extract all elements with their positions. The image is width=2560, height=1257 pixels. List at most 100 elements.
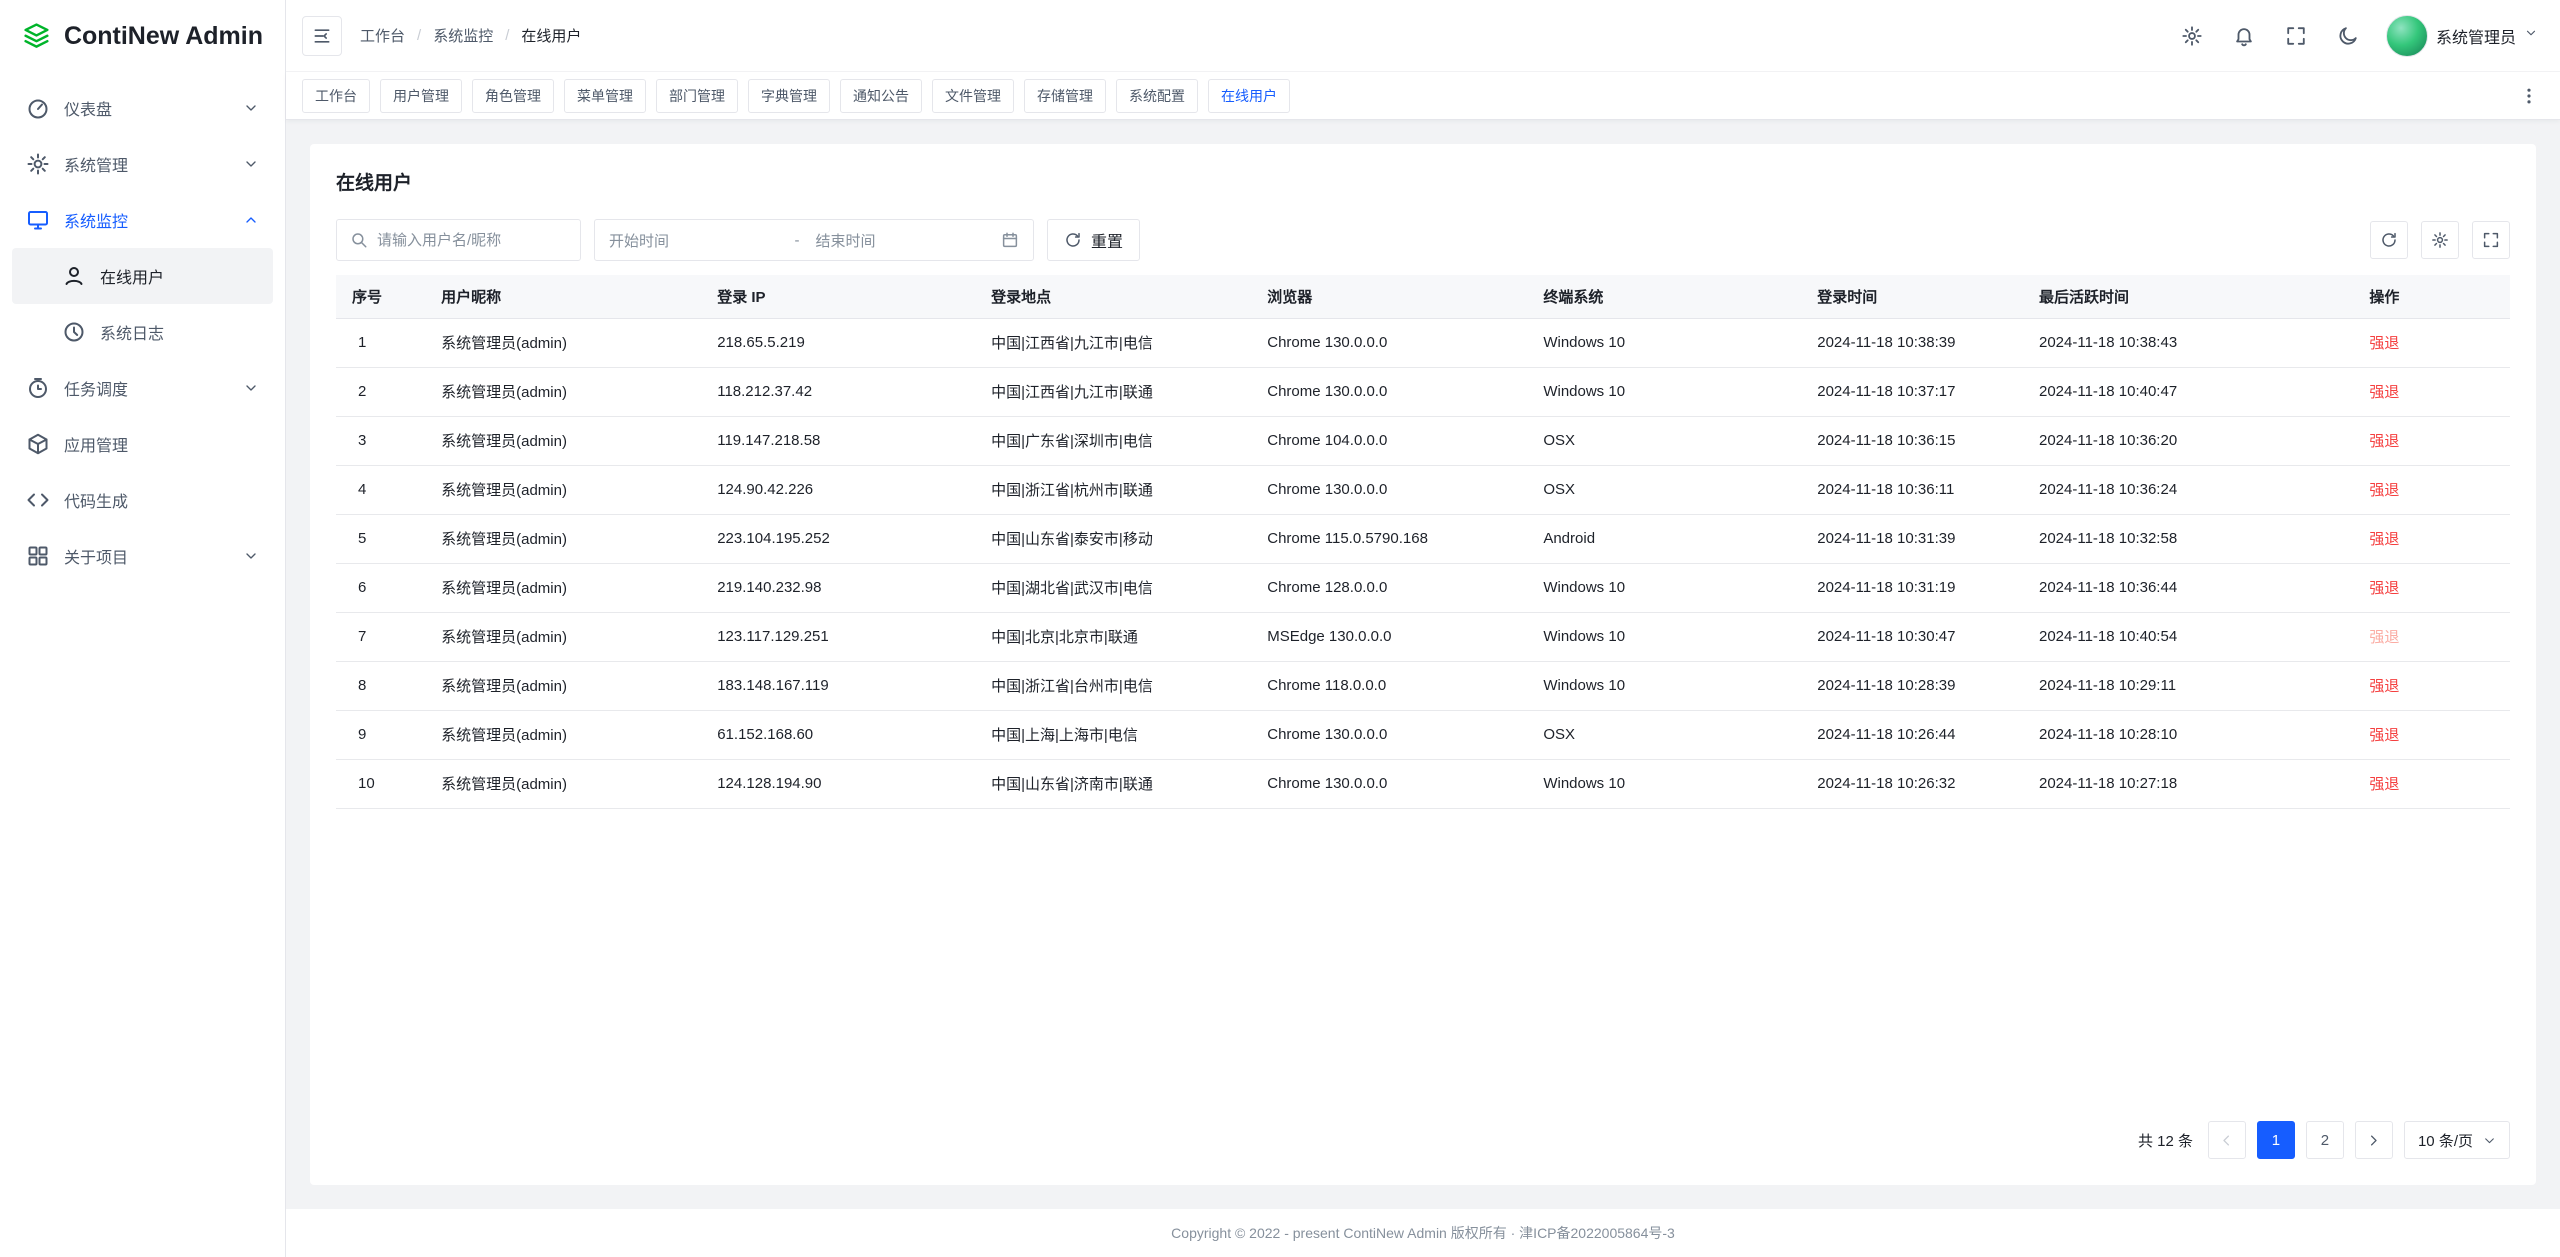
- tab-5[interactable]: 字典管理: [748, 79, 830, 113]
- tab-more-button[interactable]: [2514, 81, 2544, 111]
- dashboard-icon: [26, 96, 50, 120]
- sidebar-item-label: 系统监控: [64, 208, 128, 232]
- cell-ip: 123.117.129.251: [701, 612, 975, 661]
- sidebar-item-label: 在线用户: [100, 264, 164, 288]
- tab-6[interactable]: 通知公告: [840, 79, 922, 113]
- sidebar-item-label: 仪表盘: [64, 96, 112, 120]
- cell-no: 5: [336, 514, 425, 563]
- tab-1[interactable]: 用户管理: [380, 79, 462, 113]
- breadcrumb-item-0[interactable]: 工作台: [360, 25, 405, 46]
- column-header-5: 终端系统: [1527, 275, 1801, 318]
- force-logout-link[interactable]: 强退: [2369, 531, 2399, 548]
- date-end-placeholder: 结束时间: [810, 230, 992, 251]
- date-range-picker[interactable]: 开始时间 - 结束时间: [594, 219, 1034, 261]
- sidebar-item-task-schedule[interactable]: 任务调度: [12, 360, 273, 416]
- search-input[interactable]: [377, 232, 567, 249]
- tab-8[interactable]: 存储管理: [1024, 79, 1106, 113]
- cell-login-time: 2024-11-18 10:26:32: [1801, 759, 2023, 808]
- avatar: [2386, 15, 2428, 57]
- copyright-text: Copyright © 2022 - present ContiNew Admi…: [1171, 1223, 1675, 1243]
- cell-location: 中国|北京|北京市|联通: [975, 612, 1251, 661]
- reset-button[interactable]: 重置: [1047, 219, 1140, 261]
- box-icon: [26, 432, 50, 456]
- table-fullscreen-button[interactable]: [2472, 221, 2510, 259]
- cell-browser: MSEdge 130.0.0.0: [1251, 612, 1527, 661]
- force-logout-link[interactable]: 强退: [2369, 580, 2399, 597]
- cell-last-active: 2024-11-18 10:40:47: [2023, 367, 2353, 416]
- sidebar-collapse-button[interactable]: [302, 16, 342, 56]
- force-logout-link[interactable]: 强退: [2369, 678, 2399, 695]
- cell-login-time: 2024-11-18 10:38:39: [1801, 318, 2023, 367]
- more-vertical-icon: [2519, 86, 2539, 106]
- history-icon: [62, 320, 86, 344]
- settings-button[interactable]: [2178, 22, 2206, 50]
- tab-0[interactable]: 工作台: [302, 79, 370, 113]
- breadcrumb-item-1[interactable]: 系统监控: [433, 25, 493, 46]
- cell-nickname: 系统管理员(admin): [425, 710, 701, 759]
- table-row: 9系统管理员(admin)61.152.168.60中国|上海|上海市|电信Ch…: [336, 710, 2510, 759]
- page-size-select[interactable]: 10 条/页: [2404, 1121, 2510, 1159]
- cell-last-active: 2024-11-18 10:29:11: [2023, 661, 2353, 710]
- sidebar-item-system-management[interactable]: 系统管理: [12, 136, 273, 192]
- chevron-down-icon: [2483, 1134, 2496, 1147]
- gear-icon: [2431, 231, 2449, 249]
- force-logout-link[interactable]: 强退: [2369, 727, 2399, 744]
- toolbar-filters: 开始时间 - 结束时间 重置: [336, 219, 1140, 261]
- table-row: 10系统管理员(admin)124.128.194.90中国|山东省|济南市|联…: [336, 759, 2510, 808]
- cell-ip: 118.212.37.42: [701, 367, 975, 416]
- sidebar-item-about-project[interactable]: 关于项目: [12, 528, 273, 584]
- tab-9[interactable]: 系统配置: [1116, 79, 1198, 113]
- sidebar-item-dashboard[interactable]: 仪表盘: [12, 80, 273, 136]
- sidebar-item-label: 应用管理: [64, 432, 128, 456]
- page-button-2[interactable]: 2: [2306, 1121, 2344, 1159]
- dark-mode-button[interactable]: [2334, 22, 2362, 50]
- sidebar-item-app-management[interactable]: 应用管理: [12, 416, 273, 472]
- cell-no: 4: [336, 465, 425, 514]
- tab-7[interactable]: 文件管理: [932, 79, 1014, 113]
- tab-3[interactable]: 菜单管理: [564, 79, 646, 113]
- cell-no: 7: [336, 612, 425, 661]
- chevron-down-icon: [243, 100, 259, 116]
- cell-login-time: 2024-11-18 10:31:39: [1801, 514, 2023, 563]
- force-logout-link[interactable]: 强退: [2369, 482, 2399, 499]
- cell-os: Windows 10: [1527, 563, 1801, 612]
- table-wrapper: 序号用户昵称登录 IP登录地点浏览器终端系统登录时间最后活跃时间操作 1系统管理…: [336, 275, 2510, 1099]
- sidebar-item-code-generation[interactable]: 代码生成: [12, 472, 273, 528]
- next-page-button[interactable]: [2355, 1121, 2393, 1159]
- user-menu[interactable]: 系统管理员: [2386, 15, 2538, 57]
- force-logout-link[interactable]: 强退: [2369, 629, 2399, 646]
- tab-10[interactable]: 在线用户: [1208, 79, 1290, 113]
- tab-2[interactable]: 角色管理: [472, 79, 554, 113]
- expand-icon: [2482, 231, 2500, 249]
- cell-nickname: 系统管理员(admin): [425, 465, 701, 514]
- fullscreen-icon: [2285, 25, 2307, 47]
- cell-no: 3: [336, 416, 425, 465]
- online-user-table: 序号用户昵称登录 IP登录地点浏览器终端系统登录时间最后活跃时间操作 1系统管理…: [336, 275, 2510, 809]
- sidebar-item-label: 系统日志: [100, 320, 164, 344]
- cell-nickname: 系统管理员(admin): [425, 367, 701, 416]
- tab-4[interactable]: 部门管理: [656, 79, 738, 113]
- sidebar-item-system-log[interactable]: 系统日志: [12, 304, 273, 360]
- table-refresh-button[interactable]: [2370, 221, 2408, 259]
- column-header-0: 序号: [336, 275, 425, 318]
- main-area: 工作台/系统监控/在线用户 系统管理员: [286, 0, 2560, 1257]
- logo[interactable]: ContiNew Admin: [0, 0, 285, 72]
- tab-bar: 工作台用户管理角色管理菜单管理部门管理字典管理通知公告文件管理存储管理系统配置在…: [286, 72, 2560, 120]
- notification-button[interactable]: [2230, 22, 2258, 50]
- sidebar-item-system-monitor[interactable]: 系统监控: [12, 192, 273, 248]
- column-settings-button[interactable]: [2421, 221, 2459, 259]
- sidebar-item-online-user[interactable]: 在线用户: [12, 248, 273, 304]
- cell-os: OSX: [1527, 710, 1801, 759]
- logo-text: ContiNew Admin: [64, 22, 263, 51]
- prev-page-button[interactable]: [2208, 1121, 2246, 1159]
- cell-login-time: 2024-11-18 10:31:19: [1801, 563, 2023, 612]
- force-logout-link[interactable]: 强退: [2369, 776, 2399, 793]
- page-button-1[interactable]: 1: [2257, 1121, 2295, 1159]
- tab-list: 工作台用户管理角色管理菜单管理部门管理字典管理通知公告文件管理存储管理系统配置在…: [302, 79, 2514, 113]
- force-logout-link[interactable]: 强退: [2369, 384, 2399, 401]
- logo-icon: [22, 17, 51, 55]
- force-logout-link[interactable]: 强退: [2369, 335, 2399, 352]
- cell-os: OSX: [1527, 416, 1801, 465]
- fullscreen-button[interactable]: [2282, 22, 2310, 50]
- force-logout-link[interactable]: 强退: [2369, 433, 2399, 450]
